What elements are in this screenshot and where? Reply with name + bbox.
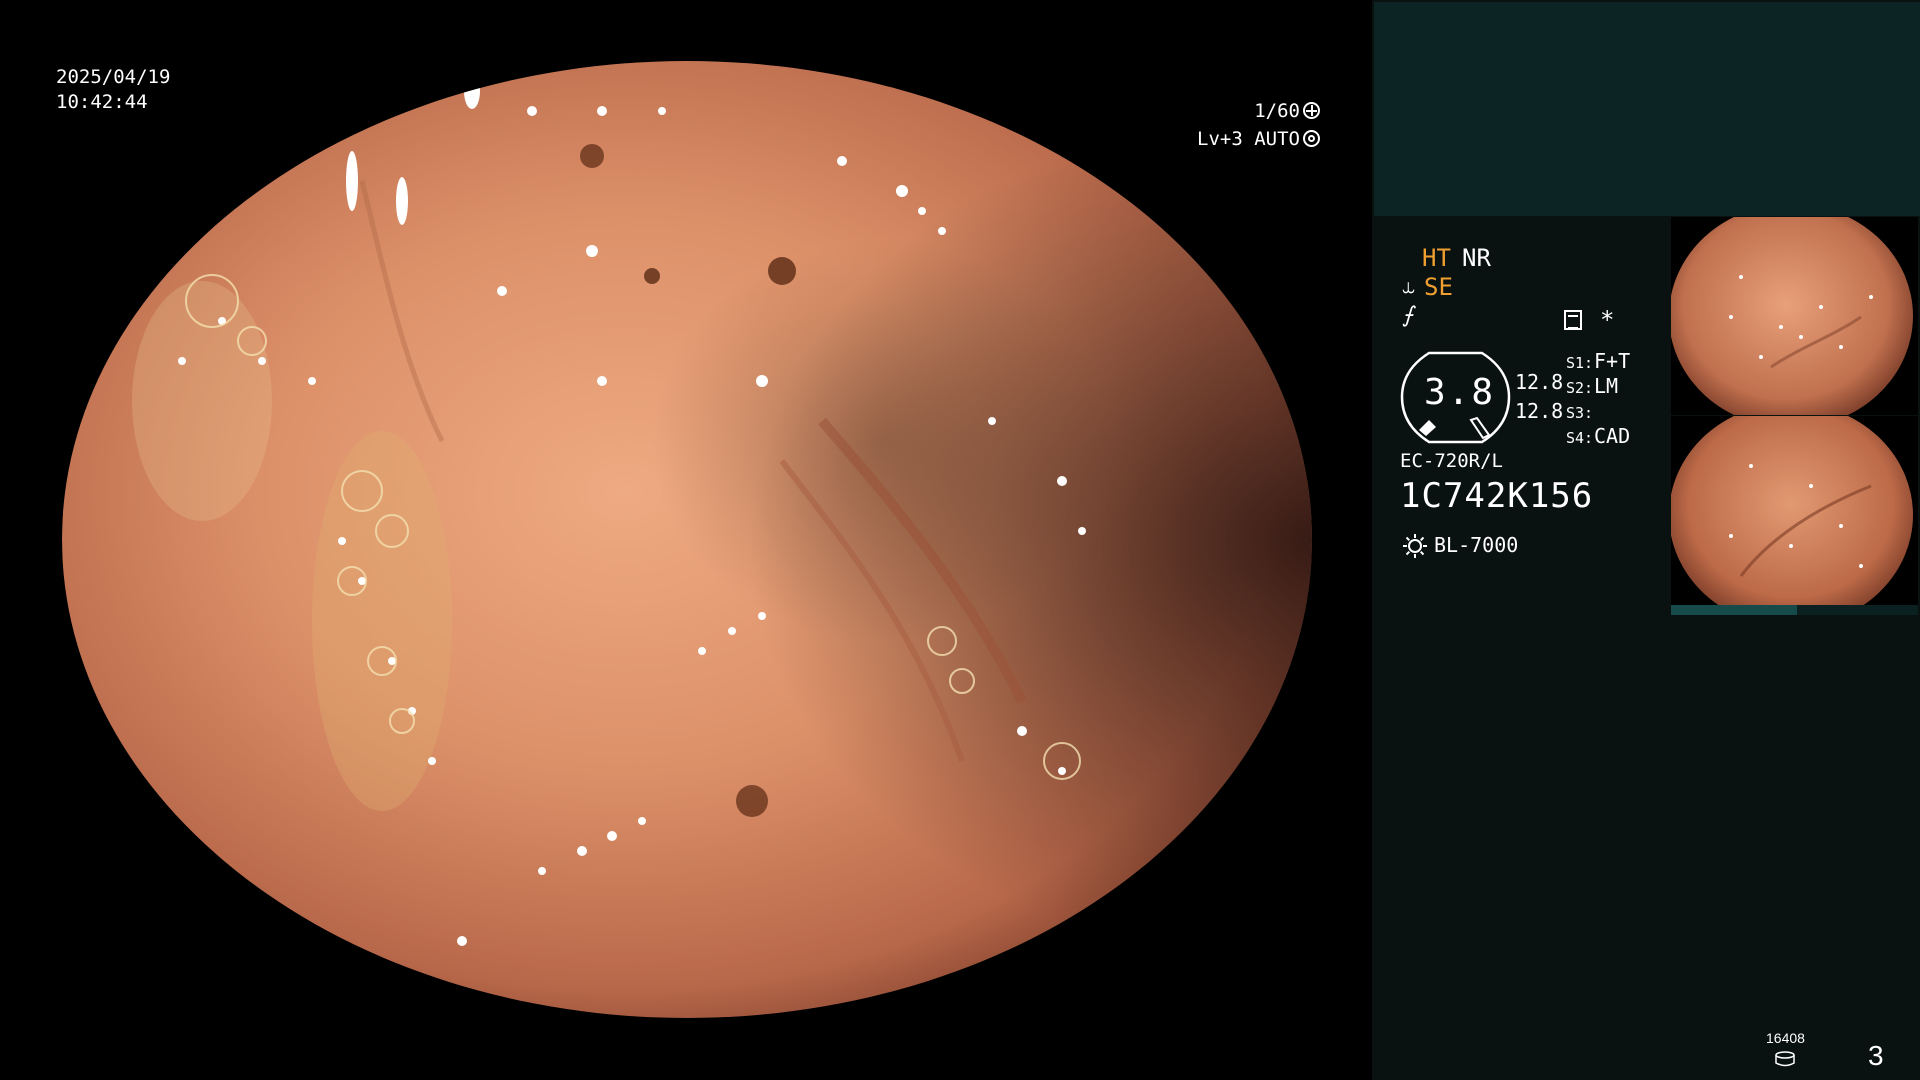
- live-video-area: 2025/04/19 10:42:44 1/60 Lv+3 AUTO: [0, 0, 1372, 1080]
- scope-model: EC-720R/L: [1400, 450, 1503, 472]
- osd-time: 10:42:44: [56, 91, 148, 113]
- osd-shutter-text: 1/60: [1254, 100, 1300, 122]
- zoom-readout-1: 12.8: [1515, 370, 1564, 394]
- page-number: 3: [1868, 1040, 1884, 1071]
- shutter-icon: [1303, 102, 1320, 119]
- structure-enhance-icon: ⥿: [1402, 274, 1415, 299]
- mode-nr-label: NR: [1462, 244, 1491, 272]
- mode-ht-label: HT: [1422, 244, 1451, 272]
- osd-brightness-level: Lv+3 AUTO: [1197, 126, 1320, 152]
- iris-icon: [1303, 130, 1320, 147]
- stored-frame-count: 16408: [1766, 1030, 1805, 1046]
- thumbnail-progress-fill: [1671, 605, 1797, 615]
- slot-1-label: S1:: [1566, 354, 1594, 372]
- endoscope-live-image: [62, 61, 1312, 1018]
- function-icon: ⨍: [1402, 303, 1414, 328]
- osd-date: 2025/04/19: [56, 66, 171, 88]
- zoom-value: 3.8: [1424, 372, 1496, 413]
- mucosa-image: [62, 61, 1312, 1018]
- endoscopy-screen: 2025/04/19 10:42:44 1/60 Lv+3 AUTO HT NR…: [0, 0, 1920, 1080]
- info-panel: HT NR ⥿ SE ⨍ * 3.8 12.8 12.8 S1: F+T S2:…: [1372, 0, 1920, 1080]
- scope-serial-number: 1C742K156: [1400, 476, 1594, 516]
- captured-thumbnail-2[interactable]: [1671, 416, 1918, 614]
- mode-se-label: SE: [1424, 273, 1453, 301]
- light-source-icon: [1403, 534, 1427, 558]
- thumbnail-progress-bar: [1671, 605, 1918, 615]
- slot-4-label: S4:: [1566, 429, 1594, 447]
- storage-disk-icon: [1775, 1051, 1795, 1067]
- asterisk-indicator: *: [1600, 306, 1615, 334]
- slot-4-value: CAD: [1594, 424, 1631, 448]
- light-source-model: BL-7000: [1434, 533, 1519, 557]
- thumbnail-image-1: [1671, 217, 1913, 415]
- patient-info-box: [1374, 2, 1920, 216]
- slot-2-label: S2:: [1566, 379, 1594, 397]
- captured-thumbnail-1[interactable]: [1671, 217, 1918, 415]
- zoom-readout-2: 12.8: [1515, 399, 1564, 423]
- settings-list-icon: [1564, 310, 1582, 330]
- osd-shutter-speed: 1/60: [1254, 98, 1320, 124]
- thumbnail-image-2: [1671, 416, 1913, 614]
- slot-3-label: S3:: [1566, 404, 1594, 422]
- slot-2-value: LM: [1594, 374, 1619, 398]
- slot-1-value: F+T: [1594, 349, 1631, 373]
- osd-exposure-readout: 1/60 Lv+3 AUTO: [1150, 0, 1320, 200]
- osd-level-text: Lv+3 AUTO: [1197, 128, 1300, 150]
